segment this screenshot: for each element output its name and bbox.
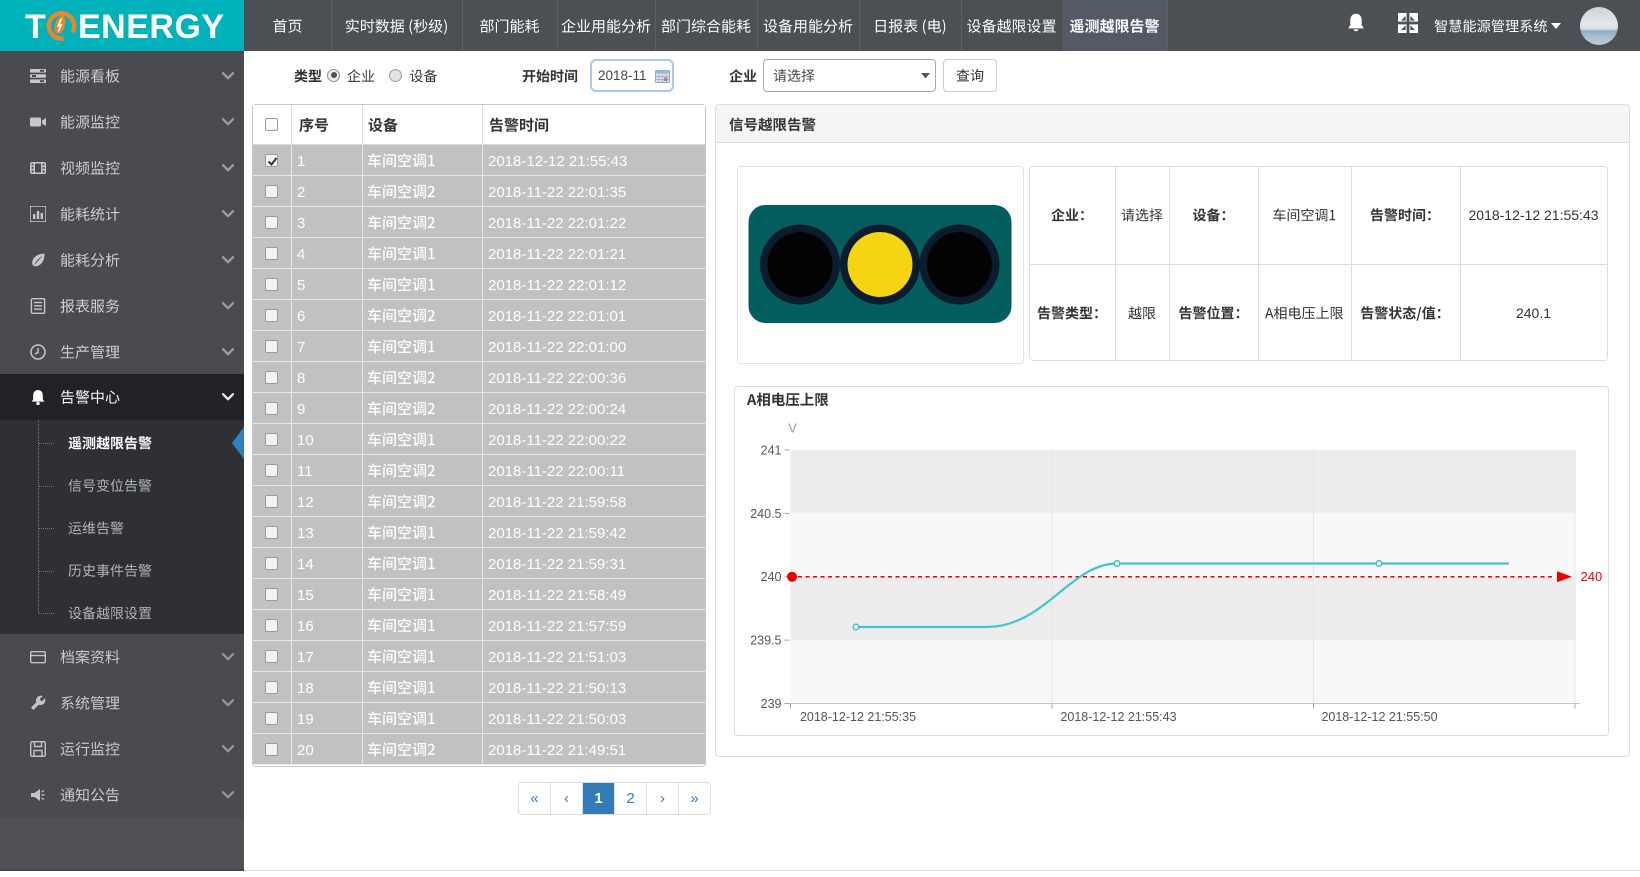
- svg-text:T: T: [25, 8, 46, 46]
- svg-text:239: 239: [761, 697, 782, 711]
- svg-text:240: 240: [761, 570, 782, 584]
- svg-text:241: 241: [761, 444, 782, 458]
- svg-text:240: 240: [1581, 569, 1603, 584]
- svg-text:2018-12-12 21:55:43: 2018-12-12 21:55:43: [1060, 710, 1176, 724]
- svg-text:ENERGY: ENERGY: [78, 8, 225, 46]
- svg-text:V: V: [788, 422, 797, 436]
- svg-text:2018-12-12 21:55:50: 2018-12-12 21:55:50: [1321, 710, 1437, 724]
- svg-text:240.5: 240.5: [750, 507, 781, 521]
- svg-text:2018-12-12 21:55:35: 2018-12-12 21:55:35: [800, 710, 916, 724]
- svg-text:239.5: 239.5: [750, 634, 781, 648]
